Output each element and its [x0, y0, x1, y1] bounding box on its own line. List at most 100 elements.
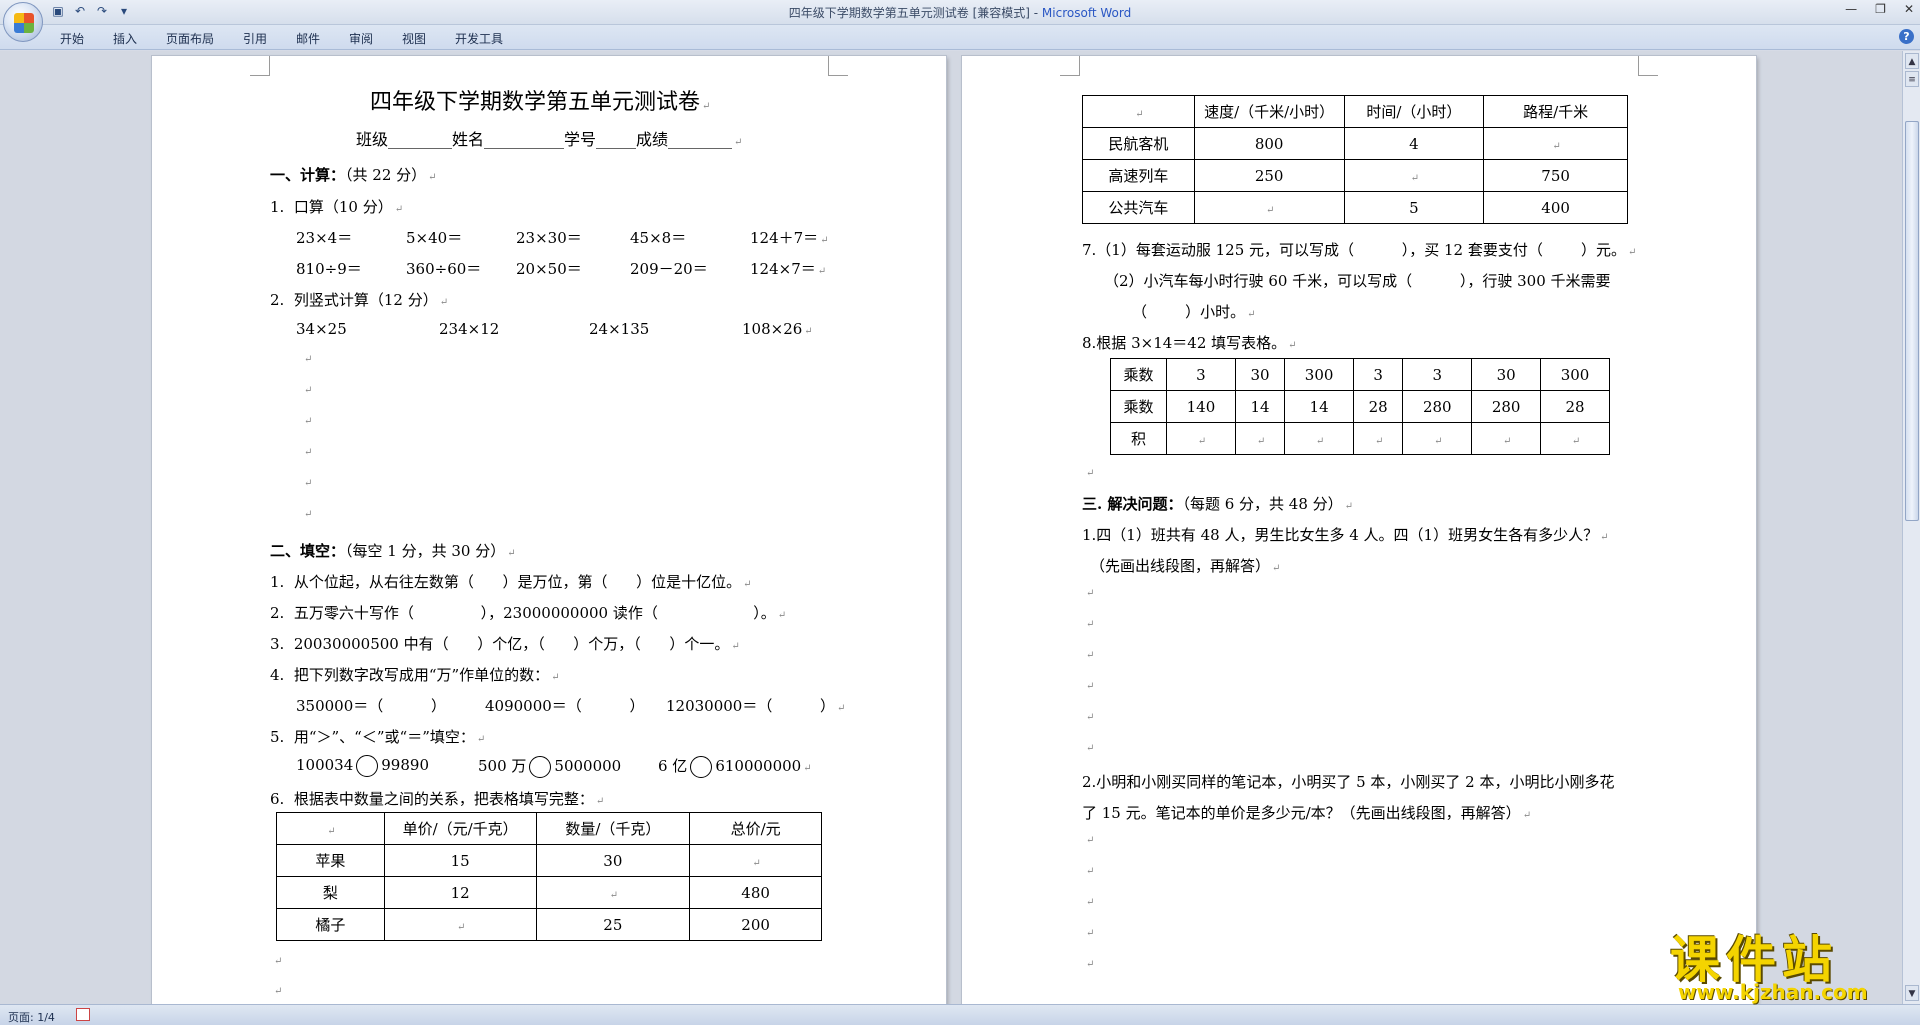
- compare-item: 100034 99890: [296, 755, 429, 777]
- table-header-row: ↵ 单价/（元/千克） 数量/（千克） 总价/元: [276, 812, 822, 845]
- table-cell: ↵: [1353, 422, 1404, 455]
- page-1: 四年级下学期数学第五单元测试卷 ↵ 班级________姓名__________学…: [152, 56, 946, 1004]
- table-cell: 高速列车: [1082, 159, 1195, 192]
- table-cell: 梨: [276, 876, 385, 909]
- proofing-icon[interactable]: [76, 1008, 90, 1021]
- table-cell: 乘数: [1110, 390, 1167, 423]
- fill-question-1: 1. 从个位起，从右往左数第（ ）是万位，第（ ）位是十亿位。 ↵: [270, 573, 752, 591]
- table-cell: 250: [1193, 159, 1345, 192]
- scrollbar-thumb[interactable]: [1905, 121, 1919, 521]
- table-cell: 800: [1193, 127, 1345, 160]
- office-logo-icon: [14, 13, 34, 33]
- tab-page-layout[interactable]: 页面布局: [166, 30, 214, 47]
- table-cell: 乘数: [1110, 358, 1167, 391]
- calc-item: 360÷60＝: [406, 260, 482, 278]
- fill-4-item: 350000＝（ ）: [296, 697, 446, 715]
- ruler-toggle-icon[interactable]: ≡: [1905, 71, 1919, 87]
- vertical-calc-item: 108×26 ↵: [742, 320, 813, 338]
- table-cell: 28: [1540, 390, 1610, 423]
- table-cell: ↵: [1402, 422, 1473, 455]
- scroll-up-icon[interactable]: ▲: [1905, 53, 1919, 69]
- table-cell: 200: [689, 908, 822, 941]
- minimize-icon[interactable]: —: [1845, 2, 1857, 16]
- table-cell: 15: [383, 844, 537, 877]
- calc-item: 209－20＝: [630, 260, 708, 278]
- table-row: 乘数 3 30 300 3 3 30 300: [1110, 358, 1610, 391]
- paragraph-mark: ↵: [1086, 650, 1095, 661]
- table-cell: 30: [535, 844, 691, 877]
- status-bar: 页面: 1/4: [0, 1004, 1920, 1025]
- paragraph-mark: ↵: [304, 416, 313, 427]
- fill-question-4: 4. 把下列数字改写成用“万”作单位的数： ↵: [270, 666, 560, 684]
- maximize-icon[interactable]: ❐: [1875, 2, 1886, 16]
- document-area: 四年级下学期数学第五单元测试卷 ↵ 班级________姓名__________学…: [0, 51, 1902, 1004]
- tab-mailings[interactable]: 邮件: [296, 30, 320, 47]
- table-cell: 750: [1483, 159, 1628, 192]
- table-cell: 30: [1471, 358, 1542, 391]
- tab-references[interactable]: 引用: [243, 30, 267, 47]
- table-cell: 12: [383, 876, 537, 909]
- tab-review[interactable]: 审阅: [349, 30, 373, 47]
- app-name: Microsoft Word: [1041, 6, 1132, 20]
- price-table: ↵ 单价/（元/千克） 数量/（千克） 总价/元 苹果 15 30 ↵ 梨 12…: [276, 812, 822, 941]
- table-cell: 公共汽车: [1082, 191, 1195, 224]
- compare-item: 6 亿 610000000 ↵: [658, 755, 812, 778]
- calc-item: 5×40＝: [406, 229, 463, 247]
- speed-table: ↵ 速度/（千米/小时） 时间/（小时） 路程/千米 民航客机 800 4 ↵ …: [1082, 95, 1628, 224]
- student-info-line: 班级________姓名__________学号_____成绩________ ↵: [356, 130, 743, 149]
- paragraph-mark: ↵: [1086, 468, 1095, 479]
- fill-4-item: 4090000＝（ ）: [485, 697, 645, 715]
- office-button[interactable]: [3, 2, 43, 42]
- paragraph-mark: ↵: [1086, 743, 1095, 754]
- margin-corner: [1060, 56, 1080, 76]
- table-cell: 28: [1353, 390, 1404, 423]
- paragraph-mark: ↵: [274, 956, 283, 967]
- paragraph-mark: ↵: [1086, 928, 1095, 939]
- table-cell: 4: [1343, 127, 1485, 160]
- question-8: 8.根据 3×14＝42 填写表格。 ↵: [1082, 334, 1297, 352]
- calc-item: 810÷9＝: [296, 260, 362, 278]
- table-cell: 单价/（元/千克）: [383, 812, 537, 845]
- paragraph-mark: ↵: [1086, 619, 1095, 630]
- paragraph-mark: ↵: [1086, 866, 1095, 877]
- table-cell: ↵: [1540, 422, 1610, 455]
- tab-insert[interactable]: 插入: [113, 30, 137, 47]
- table-cell: 140: [1166, 390, 1236, 423]
- question-7-1: 7.（1）每套运动服 125 元，可以写成（ ），买 12 套要支付（ ）元。 ↵: [1082, 241, 1637, 259]
- table-cell: ↵: [1284, 422, 1355, 455]
- table-cell: 400: [1483, 191, 1628, 224]
- table-cell: 3: [1402, 358, 1473, 391]
- table-row: 乘数 140 14 14 28 280 280 28: [1110, 390, 1610, 423]
- paragraph-mark: ↵: [304, 354, 313, 365]
- tab-home[interactable]: 开始: [60, 30, 84, 47]
- table-row: 民航客机 800 4 ↵: [1082, 127, 1628, 160]
- table-cell: 3: [1353, 358, 1404, 391]
- help-icon[interactable]: ?: [1899, 29, 1914, 44]
- table-row: 橘子 ↵ 25 200: [276, 908, 822, 941]
- multiply-table: 乘数 3 30 300 3 3 30 300 乘数 140 14 14 28 2…: [1110, 358, 1610, 455]
- vertical-calc-item: 34×25: [296, 320, 347, 338]
- table-row: 公共汽车 ↵ 5 400: [1082, 191, 1628, 224]
- document-title: 四年级下学期数学第五单元测试卷 [兼容模式] -: [788, 6, 1042, 20]
- compare-circle: [356, 755, 379, 777]
- page-counter[interactable]: 页面: 1/4: [8, 1009, 55, 1025]
- paragraph-mark: ↵: [274, 986, 283, 997]
- compare-circle: [690, 756, 713, 778]
- watermark-logo: 课件站 www.kjzhan.com: [1670, 920, 1910, 1005]
- close-icon[interactable]: ✕: [1904, 2, 1914, 16]
- table-cell: 总价/元: [689, 812, 822, 845]
- ribbon-tabs: 开始 插入 页面布局 引用 邮件 审阅 视图 开发工具: [0, 25, 1920, 50]
- table-cell: 14: [1234, 390, 1286, 423]
- table-cell: ↵: [1082, 95, 1195, 128]
- vertical-scrollbar[interactable]: ▲ ≡ ▼: [1902, 51, 1920, 1004]
- table-cell: 280: [1402, 390, 1473, 423]
- question-7-2: （2）小汽车每小时行驶 60 千米，可以写成（ ），行驶 300 千米需要: [1104, 272, 1611, 290]
- calc-item: 124×7＝ ↵: [750, 260, 827, 278]
- table-cell: 25: [535, 908, 691, 941]
- page-2: ↵ 速度/（千米/小时） 时间/（小时） 路程/千米 民航客机 800 4 ↵ …: [962, 56, 1756, 1004]
- tab-view[interactable]: 视图: [402, 30, 426, 47]
- margin-corner: [250, 56, 270, 76]
- section-1-heading: 一、计算：（共 22 分） ↵: [270, 166, 437, 184]
- tab-developer[interactable]: 开发工具: [455, 30, 503, 47]
- calc-item: 45×8＝: [630, 229, 687, 247]
